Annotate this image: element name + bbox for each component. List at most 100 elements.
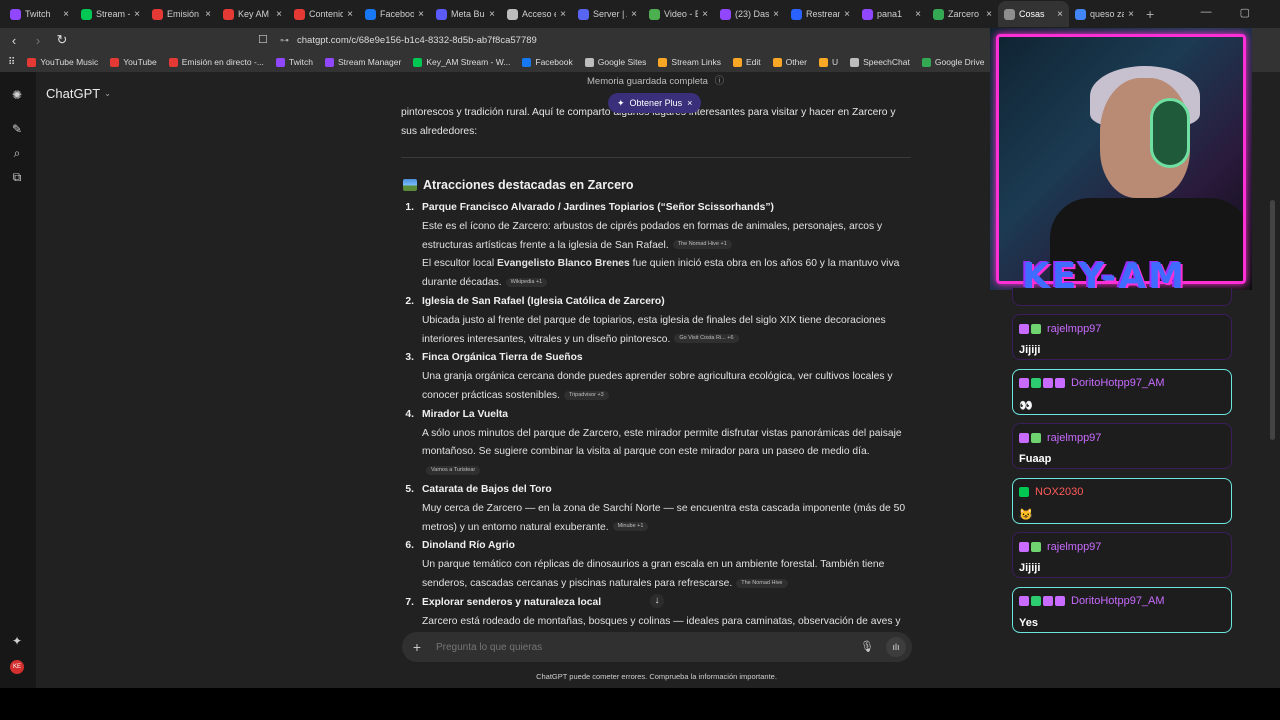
close-tab-icon[interactable]: ×	[205, 9, 211, 20]
app-title: ChatGPT	[46, 86, 101, 101]
description-text: Un parque temático con réplicas de dinos…	[422, 559, 885, 589]
close-tab-icon[interactable]: ×	[702, 9, 708, 20]
source-chip[interactable]: Vamos a Turistear	[426, 465, 481, 475]
site-info-icon[interactable]: ⊶	[280, 35, 289, 46]
bookmark-item[interactable]: Other	[772, 57, 807, 67]
composer: + 🎙 ılı	[402, 632, 912, 662]
close-tab-icon[interactable]: ×	[844, 9, 850, 20]
chat-text: 👀	[1019, 399, 1033, 412]
close-tab-icon[interactable]: ×	[560, 9, 566, 20]
browser-tab[interactable]: Video - Ed×	[643, 1, 714, 27]
info-icon[interactable]: ⓘ	[715, 76, 725, 87]
prompt-input[interactable]	[436, 641, 836, 653]
close-tab-icon[interactable]: ×	[773, 9, 779, 20]
tab-favicon-icon	[791, 8, 802, 20]
close-tab-icon[interactable]: ×	[489, 9, 495, 20]
bookmark-icon	[27, 57, 37, 67]
browser-tab[interactable]: Stream - K ×	[75, 1, 146, 27]
model-selector[interactable]: ChatGPT ⌄	[46, 86, 111, 101]
browser-tab[interactable]: Key AM - ×	[217, 1, 288, 27]
source-chip[interactable]: Minube +1	[612, 522, 649, 532]
bookmark-item[interactable]: Twitch	[275, 57, 313, 67]
bookmark-item[interactable]: Facebook	[522, 57, 573, 67]
reload-icon[interactable]: ↻	[52, 32, 72, 48]
close-tab-icon[interactable]: ×	[134, 9, 140, 20]
url-field[interactable]: ⊶ chatgpt.com/c/68e9e156-b1c4-8332-8d5b-…	[280, 32, 537, 48]
browser-tab[interactable]: Twitch ×	[4, 1, 75, 27]
chat-message: DoritoHotpp97_AM 👀	[1012, 368, 1232, 415]
close-tab-icon[interactable]: ×	[276, 9, 282, 20]
microphone-icon[interactable]: 🎙	[860, 640, 874, 653]
add-attachment-button[interactable]: +	[402, 639, 432, 655]
bookmark-icon[interactable]: ☐	[258, 33, 268, 46]
source-chip[interactable]: Tripadvisor +3	[563, 390, 609, 400]
bookmark-item[interactable]: U	[818, 57, 838, 67]
badge-icon	[1055, 596, 1065, 607]
chat-badges	[1019, 596, 1065, 607]
bookmark-label: Stream Links	[671, 57, 722, 67]
browser-tab[interactable]: queso zarc×	[1069, 1, 1140, 27]
source-chip[interactable]: The Nomad Hive +1	[672, 240, 732, 250]
bookmark-item[interactable]: Stream Manager	[325, 57, 401, 67]
browser-tab[interactable]: pana1 ×	[856, 1, 927, 27]
badge-icon	[1019, 541, 1029, 552]
attraction-description: Un parque temático con réplicas de dinos…	[422, 556, 912, 594]
source-chip[interactable]: Wikipedia +1	[505, 277, 548, 287]
browser-tab[interactable]: Facebook×	[359, 1, 430, 27]
voice-mode-button[interactable]: ılı	[886, 637, 906, 657]
sparkle-icon[interactable]: ✦	[10, 634, 24, 648]
back-icon[interactable]: ‹	[4, 33, 24, 48]
bookmark-item[interactable]: Key_AM Stream - W...	[413, 57, 510, 67]
browser-tab[interactable]: (23) Dashb×	[714, 1, 785, 27]
bookmark-icon	[110, 57, 120, 67]
badge-icon	[1019, 323, 1029, 334]
close-tab-icon[interactable]: ×	[347, 9, 353, 20]
close-tab-icon[interactable]: ×	[1128, 9, 1134, 20]
scroll-down-button[interactable]: ↓	[650, 594, 664, 608]
browser-tab[interactable]: Emisión en ×	[146, 1, 217, 27]
close-tab-icon[interactable]: ×	[986, 9, 992, 20]
bookmark-item[interactable]: Emisión en directo -...	[168, 57, 264, 67]
source-chip[interactable]: Go Visit Costa Ri... +6	[674, 334, 739, 344]
close-tab-icon[interactable]: ×	[631, 9, 637, 20]
browser-tab[interactable]: Contenido×	[288, 1, 359, 27]
close-tab-icon[interactable]: ×	[915, 9, 921, 20]
new-tab-button[interactable]: +	[1146, 6, 1154, 22]
forward-icon[interactable]: ›	[28, 33, 48, 48]
source-chip[interactable]: The Nomad Hive	[736, 578, 788, 588]
new-chat-icon[interactable]: ✎	[10, 122, 24, 136]
minimize-icon[interactable]: —	[1201, 6, 1212, 19]
close-tab-icon[interactable]: ×	[1057, 9, 1063, 20]
library-icon[interactable]: ⧉	[10, 170, 24, 184]
get-plus-button[interactable]: ✦ Obtener Plus ×	[608, 93, 702, 113]
close-icon[interactable]: ×	[687, 98, 692, 108]
chatgpt-logo-icon[interactable]: ✺	[10, 88, 24, 102]
bookmark-item[interactable]: Google Sites	[584, 57, 647, 67]
browser-tab[interactable]: Cosas ×	[998, 1, 1069, 27]
maximize-icon[interactable]: ▢	[1240, 6, 1250, 19]
bookmark-item[interactable]: Stream Links	[658, 57, 721, 67]
bookmark-item[interactable]: YouTube Music	[27, 57, 98, 67]
browser-tab[interactable]: Restream ×	[785, 1, 856, 27]
description-text: Muy cerca de Zarcero — en la zona de Sar…	[422, 502, 906, 533]
list-item-body: Iglesia de San Rafael (Iglesia Católica …	[422, 293, 912, 349]
search-icon[interactable]: ⌕	[10, 146, 24, 160]
close-tab-icon[interactable]: ×	[418, 9, 424, 20]
bookmark-item[interactable]: YouTube	[110, 57, 157, 67]
browser-tab[interactable]: Server | At ×	[572, 1, 643, 27]
browser-tab[interactable]: Acceso en ×	[501, 1, 572, 27]
tab-favicon-icon	[862, 8, 873, 20]
close-tab-icon[interactable]: ×	[63, 9, 69, 20]
page-scrollbar[interactable]	[1270, 200, 1275, 440]
list-item: 5. Catarata de Bajos del Toro Muy cerca de…	[404, 481, 912, 537]
bookmark-item[interactable]: SpeechChat	[850, 57, 910, 67]
badge-icon	[1031, 596, 1041, 607]
badge-icon	[1031, 378, 1041, 389]
bookmark-item[interactable]: Google Drive	[921, 57, 984, 67]
browser-tab[interactable]: Meta Busin ×	[430, 1, 501, 27]
browser-tab[interactable]: Zarcero - ×	[927, 1, 998, 27]
bookmark-item[interactable]: Edit	[733, 57, 761, 67]
bookmark-label: Google Sites	[597, 57, 647, 67]
bookmark-label: Stream Manager	[338, 57, 402, 67]
apps-icon[interactable]: ⠿	[8, 57, 15, 68]
